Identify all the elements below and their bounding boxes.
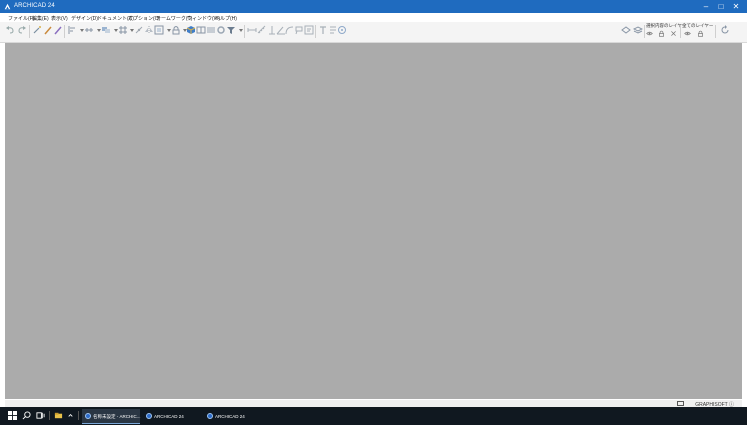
- lock-icon[interactable]: [697, 30, 704, 37]
- text-icon[interactable]: [318, 25, 328, 35]
- panel-toggle-icon[interactable]: [677, 401, 684, 406]
- settings-icon[interactable]: [216, 25, 226, 35]
- pick-up-icon[interactable]: [43, 25, 53, 35]
- archicad-app-icon: [146, 413, 152, 419]
- filter-icon[interactable]: [226, 25, 236, 35]
- taskbar-separator: [78, 411, 79, 420]
- redo-icon[interactable]: [17, 25, 27, 35]
- snap-icon[interactable]: [134, 25, 144, 35]
- section-icon[interactable]: [206, 25, 216, 35]
- toolbar-separator: [29, 25, 30, 38]
- menu-design[interactable]: デザイン(D): [71, 15, 98, 22]
- eye-icon[interactable]: [684, 30, 691, 37]
- menu-file[interactable]: ファイル(F): [8, 15, 34, 22]
- search-icon[interactable]: [22, 411, 31, 420]
- layer-settings-icon[interactable]: [621, 25, 631, 35]
- dimension-icon[interactable]: [247, 25, 257, 35]
- windows-start-icon[interactable]: [8, 411, 17, 420]
- workspace-area[interactable]: [5, 43, 742, 399]
- all-layers-label: 全てのレイヤー: [682, 23, 714, 28]
- toolbar-separator: [64, 25, 65, 38]
- toolbar-separator: [715, 25, 716, 38]
- toolbar-separator: [315, 25, 316, 38]
- close-button[interactable]: ✕: [729, 1, 743, 12]
- mirror-icon[interactable]: [144, 25, 154, 35]
- taskbar-app-archicad-untitled[interactable]: 名称未設定 - ARCHIC...: [82, 409, 141, 424]
- order-icon[interactable]: [101, 25, 111, 35]
- show-3d-icon[interactable]: [186, 25, 196, 35]
- toolbar-separator: [644, 25, 645, 38]
- chevron-up-icon[interactable]: [66, 411, 75, 420]
- taskbar-app-archicad-24[interactable]: ARCHICAD 24: [204, 409, 262, 423]
- floor-plan-icon[interactable]: [196, 25, 206, 35]
- taskbar-app-label: ARCHICAD 24: [215, 414, 245, 419]
- eye-icon[interactable]: [646, 30, 653, 37]
- archicad-app-icon: [207, 413, 213, 419]
- zone-stamp-icon[interactable]: [304, 25, 314, 35]
- taskbar-app-label: ARCHICAD 24: [154, 414, 184, 419]
- menu-edit[interactable]: 編集(E): [32, 15, 49, 22]
- file-explorer-icon[interactable]: [54, 411, 63, 420]
- menu-bar: ファイル(F) 編集(E) 表示(V) デザイン(D) ドキュメント(C) オプ…: [0, 13, 747, 22]
- minimize-button[interactable]: –: [699, 1, 713, 12]
- label-icon[interactable]: [294, 25, 304, 35]
- taskbar-app-label: 名称未設定 - ARCHIC...: [93, 414, 141, 419]
- align-icon[interactable]: [67, 25, 77, 35]
- magic-wand-icon[interactable]: [32, 25, 42, 35]
- wireframe-icon[interactable]: [670, 30, 677, 37]
- archicad-app-icon: [4, 3, 11, 10]
- toolbar-separator: [244, 25, 245, 38]
- status-bar: GRAPHISOFT ⓘ: [5, 400, 742, 408]
- taskbar-app-archicad-24[interactable]: ARCHICAD 24: [143, 409, 201, 423]
- taskbar-separator: [49, 411, 50, 420]
- toolbar-separator: [680, 25, 681, 38]
- undo-icon[interactable]: [5, 25, 15, 35]
- distribute-icon[interactable]: [84, 25, 94, 35]
- menu-help[interactable]: ヘルプ(H): [215, 15, 237, 22]
- maximize-button[interactable]: □: [714, 1, 728, 12]
- taskbar: 名称未設定 - ARCHIC... ARCHICAD 24 ARCHICAD 2…: [0, 407, 747, 425]
- layer-combination-icon[interactable]: [633, 25, 643, 35]
- task-view-icon[interactable]: [36, 411, 45, 420]
- inject-icon[interactable]: [53, 25, 63, 35]
- archicad-app-icon: [85, 413, 91, 419]
- measure-icon[interactable]: [257, 25, 267, 35]
- refresh-icon[interactable]: [720, 25, 730, 35]
- group-icon[interactable]: [154, 25, 164, 35]
- standard-toolbar: 選択内容のレイヤー 全てのレイヤー: [0, 22, 747, 43]
- menu-view[interactable]: 表示(V): [51, 15, 68, 22]
- compass-icon[interactable]: [337, 25, 347, 35]
- title-bar: ARCHICAD 24 – □ ✕: [0, 0, 747, 13]
- window-title: ARCHICAD 24: [14, 3, 55, 9]
- lock-icon[interactable]: [658, 30, 665, 37]
